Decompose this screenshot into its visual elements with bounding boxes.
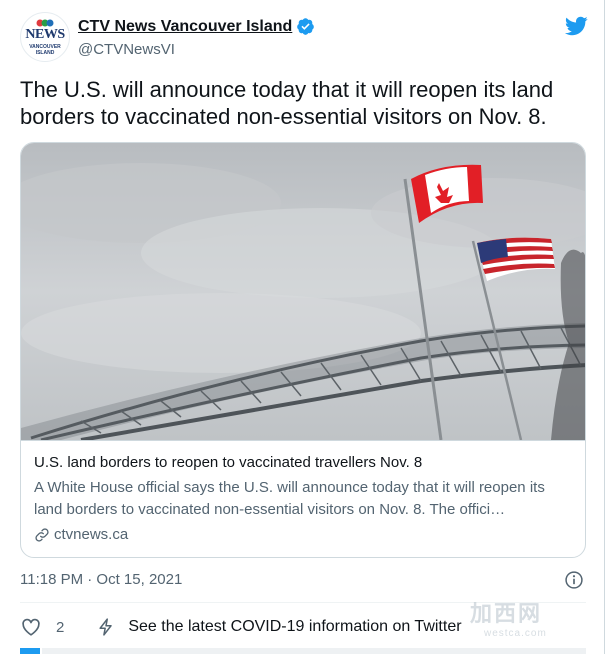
tweet-header: NEWS VANCOUVER ISLAND CTV News Vancouver… [20, 12, 590, 64]
like-count: 2 [56, 618, 65, 636]
link-meta[interactable]: U.S. land borders to reopen to vaccinate… [21, 440, 585, 557]
lightning-icon [99, 618, 113, 636]
link-domain-row: ctvnews.ca [34, 526, 573, 543]
handle[interactable]: @CTVNewsVI [78, 41, 175, 58]
avatar-logo-subtext: VANCOUVER ISLAND [29, 44, 61, 56]
watermark-cn: 加西网 [470, 601, 543, 626]
info-icon[interactable] [564, 570, 584, 590]
tweet-card: NEWS VANCOUVER ISLAND CTV News Vancouver… [0, 0, 605, 654]
watermark-en: westca.com [484, 628, 547, 639]
twitter-bird-icon[interactable] [564, 14, 588, 38]
name-row: CTV News Vancouver Island [78, 17, 315, 36]
link-preview-card[interactable]: U.S. land borders to reopen to vaccinate… [20, 142, 586, 558]
verified-badge-icon [297, 18, 315, 35]
covid-info-link[interactable]: See the latest COVID-19 information on T… [96, 616, 462, 638]
avatar-logo-text: NEWS [25, 27, 65, 42]
link-title: U.S. land borders to reopen to vaccinate… [34, 454, 423, 471]
watermark: 加西网 westca.com [470, 596, 580, 639]
covid-info-text[interactable]: See the latest COVID-19 information on T… [128, 618, 461, 636]
next-tweet-peek [20, 648, 586, 654]
link-description: A White House official says the U.S. wil… [34, 479, 545, 518]
display-name[interactable]: CTV News Vancouver Island [78, 18, 292, 36]
link-icon [35, 527, 49, 542]
avatar[interactable]: NEWS VANCOUVER ISLAND [20, 12, 70, 62]
tweet-text: The U.S. will announce today that it wil… [20, 77, 554, 129]
heart-icon[interactable] [20, 616, 42, 638]
tweet-timestamp[interactable]: 11:18 PM · Oct 15, 2021 [20, 571, 182, 588]
like-button[interactable]: 2 [20, 616, 64, 638]
link-domain: ctvnews.ca [54, 526, 129, 543]
link-preview-image[interactable] [21, 143, 586, 440]
